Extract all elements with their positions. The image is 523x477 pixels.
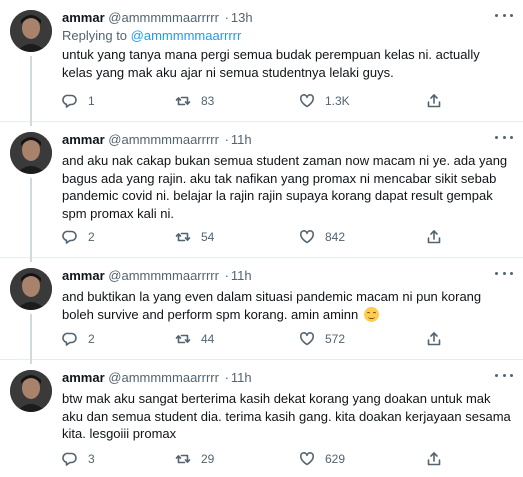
like-count: 842 [325, 230, 346, 244]
reply-icon [62, 452, 77, 466]
tweet-actions: 3 29 629 [62, 450, 502, 468]
tweet-actions: 2 44 572 [62, 330, 502, 348]
retweet-count: 54 [201, 230, 215, 244]
reply-button[interactable]: 1 [62, 92, 95, 110]
display-name[interactable]: ammar [62, 10, 105, 25]
like-icon [299, 332, 315, 346]
user-handle[interactable]: @ammmmmaarrrrr [108, 370, 219, 385]
tweet-text: and buktikan la yang even dalam situasi … [62, 289, 482, 322]
like-count: 572 [325, 332, 346, 346]
avatar[interactable] [10, 132, 52, 174]
mention-link[interactable]: @ammmmmaarrrrr [131, 28, 242, 43]
reply-icon [62, 94, 77, 108]
share-button[interactable] [426, 450, 442, 468]
reply-count: 1 [88, 94, 95, 108]
retweet-button[interactable]: 54 [175, 228, 214, 246]
tweet-header: ammar @ammmmmaarrrrr · 11h [62, 369, 513, 386]
tweet-header: ammar @ammmmmaarrrrr · 11h [62, 131, 513, 148]
tweet[interactable]: ammar @ammmmmaarrrrr · 11h btw mak aku sa… [0, 360, 523, 477]
like-button[interactable]: 842 [299, 228, 345, 246]
replying-to: Replying to @ammmmmaarrrrr [62, 27, 513, 44]
retweet-count: 44 [201, 332, 215, 346]
like-icon [299, 230, 315, 244]
display-name[interactable]: ammar [62, 370, 105, 385]
share-icon [427, 94, 441, 108]
reply-count: 2 [88, 230, 95, 244]
share-icon [427, 452, 441, 466]
retweet-icon [175, 232, 191, 242]
share-icon [427, 332, 441, 346]
reply-count: 3 [88, 452, 95, 466]
tweet-text: and aku nak cakap bukan semua student za… [62, 153, 508, 221]
user-handle[interactable]: @ammmmmaarrrrr [108, 268, 219, 283]
retweet-button[interactable]: 83 [175, 92, 214, 110]
tweet-actions: 1 83 1.3K [62, 92, 502, 110]
reply-button[interactable]: 2 [62, 330, 95, 348]
retweet-icon [175, 96, 191, 106]
retweet-icon [175, 454, 191, 464]
user-handle[interactable]: @ammmmmaarrrrr [108, 10, 219, 25]
tweet-text: untuk yang tanya mana pergi semua budak … [62, 47, 480, 80]
tweet-header: ammar @ammmmmaarrrrr · 11h [62, 267, 513, 284]
share-button[interactable] [426, 92, 442, 110]
tweet-header: ammar @ammmmmaarrrrr · 13h [62, 9, 513, 26]
like-count: 1.3K [325, 94, 350, 108]
smiling-face-emoji [363, 306, 379, 322]
tweet-text: btw mak aku sangat berterima kasih dekat… [62, 391, 511, 441]
separator-dot: · [224, 370, 229, 385]
replying-to-label: Replying to [62, 28, 131, 43]
reply-icon [62, 332, 77, 346]
tweet[interactable]: ammar @ammmmmaarrrrr · 11h and aku nak ca… [0, 122, 523, 262]
share-icon [427, 230, 441, 244]
separator-dot: · [224, 10, 229, 25]
separator-dot: · [224, 132, 229, 147]
tweet-text-block: and buktikan la yang even dalam situasi … [62, 288, 513, 323]
avatar[interactable] [10, 370, 52, 412]
avatar[interactable] [10, 10, 52, 52]
thread-line [30, 56, 32, 126]
retweet-count: 83 [201, 94, 215, 108]
like-icon [299, 94, 315, 108]
tweet[interactable]: ammar @ammmmmaarrrrr · 11h and buktikan l… [0, 258, 523, 364]
retweet-icon [175, 334, 191, 344]
reply-count: 2 [88, 332, 95, 346]
like-button[interactable]: 572 [299, 330, 345, 348]
like-button[interactable]: 629 [299, 450, 345, 468]
like-count: 629 [325, 452, 346, 466]
share-button[interactable] [426, 330, 442, 348]
share-button[interactable] [426, 228, 442, 246]
timestamp[interactable]: 11h [231, 268, 252, 283]
like-button[interactable]: 1.3K [299, 92, 350, 110]
timestamp[interactable]: 11h [231, 132, 252, 147]
timestamp[interactable]: 11h [231, 370, 252, 385]
retweet-count: 29 [201, 452, 215, 466]
separator-dot: · [224, 268, 229, 283]
tweet-actions: 2 54 842 [62, 228, 502, 246]
tweet[interactable]: ammar @ammmmmaarrrrr · 13h Replying to @a… [0, 0, 523, 126]
retweet-button[interactable]: 44 [175, 330, 214, 348]
thread-line [30, 314, 32, 364]
display-name[interactable]: ammar [62, 132, 105, 147]
reply-icon [62, 230, 77, 244]
avatar[interactable] [10, 268, 52, 310]
like-icon [299, 452, 315, 466]
reply-button[interactable]: 3 [62, 450, 95, 468]
tweet-thread: ammar @ammmmmaarrrrr · 13h Replying to @a… [0, 0, 523, 477]
reply-button[interactable]: 2 [62, 228, 95, 246]
retweet-button[interactable]: 29 [175, 450, 214, 468]
timestamp[interactable]: 13h [231, 10, 253, 25]
thread-line [30, 178, 32, 262]
user-handle[interactable]: @ammmmmaarrrrr [108, 132, 219, 147]
display-name[interactable]: ammar [62, 268, 105, 283]
